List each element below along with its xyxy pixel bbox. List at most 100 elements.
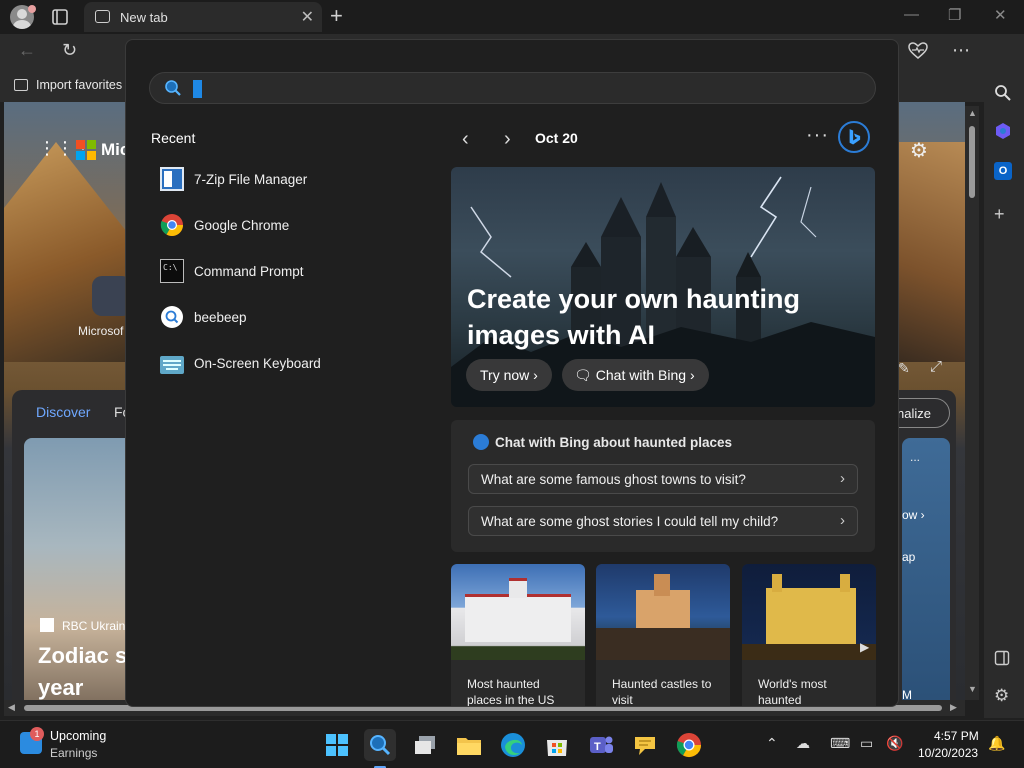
widget-title[interactable]: Upcoming (50, 729, 106, 743)
sidebar-toggle-icon[interactable] (994, 650, 1010, 666)
tab-actions-icon[interactable] (50, 7, 70, 27)
microsoft-logo-icon (76, 140, 96, 160)
search-input[interactable] (230, 77, 850, 101)
castle-image (596, 564, 730, 660)
taskbar: 1 Upcoming Earnings T ⌃ ☁ ⌨ ▭ 🔇 4:57 PM … (0, 720, 1024, 768)
edge-icon[interactable] (497, 729, 529, 761)
try-now-button[interactable]: Try now › (466, 359, 552, 391)
display-icon[interactable]: ▭ (860, 735, 873, 752)
widget-subtitle[interactable]: Earnings (50, 746, 97, 760)
add-icon[interactable]: + (994, 204, 1005, 225)
minimize-icon[interactable]: — (904, 6, 919, 23)
scroll-up-icon[interactable]: ▲ (968, 108, 977, 118)
gear-icon[interactable]: ⚙ (994, 686, 1009, 706)
weather-map-button[interactable]: ap (902, 550, 915, 564)
import-icon (14, 79, 28, 91)
clock-time[interactable]: 4:57 PM (934, 729, 979, 743)
vertical-scroll-thumb[interactable] (969, 126, 975, 198)
browser-sidebar: O + ⚙ (984, 34, 1024, 718)
scroll-down-icon[interactable]: ▼ (968, 684, 977, 694)
copilot-sidebar-icon[interactable] (994, 122, 1012, 140)
chevron-right-icon: › (533, 367, 538, 383)
news-source: RBC Ukraine (40, 618, 132, 633)
next-day-icon[interactable]: › (504, 128, 511, 151)
suggested-question[interactable]: What are some ghost stories I could tell… (468, 506, 858, 536)
task-view-icon[interactable] (409, 729, 441, 761)
recent-item-label: beebeep (194, 309, 247, 325)
topic-tile[interactable]: World's most haunted (742, 564, 876, 706)
weather-label: M (902, 688, 912, 700)
settings-more-icon[interactable]: ⋯ (952, 40, 970, 61)
start-icon[interactable] (321, 729, 353, 761)
restore-icon[interactable]: ❐ (948, 6, 961, 24)
news-headline: Zodiac s year (38, 643, 128, 700)
topic-tile[interactable]: Most haunted places in the US (451, 564, 585, 706)
chat-with-bing-button[interactable]: 🗨 Chat with Bing › (562, 359, 709, 391)
hotel-image (451, 564, 585, 660)
refresh-icon[interactable]: ↻ (62, 40, 77, 61)
profile-status-dot (28, 5, 36, 13)
taskbar-search-button[interactable] (364, 729, 396, 768)
background-mountain-right (899, 142, 965, 362)
onedrive-icon[interactable]: ☁ (796, 735, 810, 752)
chrome-icon[interactable] (673, 729, 705, 761)
weather-link-label: ow (902, 508, 918, 522)
text-caret (193, 80, 202, 98)
close-window-icon[interactable]: ✕ (994, 6, 1007, 24)
recent-item-label: Google Chrome (194, 217, 290, 233)
bing-highlight-hero[interactable]: Create your own haunting images with AI … (451, 167, 875, 407)
question-text: What are some ghost stories I could tell… (481, 514, 779, 529)
recent-item-chrome[interactable]: Google Chrome (160, 212, 420, 238)
chat-with-bing-card: Chat with Bing about haunted places What… (451, 420, 875, 552)
search-icon[interactable] (994, 84, 1012, 102)
import-favorites-button[interactable]: Import favorites (14, 78, 122, 92)
outlook-icon[interactable]: O (994, 162, 1012, 180)
page-settings-icon[interactable]: ⚙ (910, 138, 928, 163)
previous-day-icon[interactable]: ‹ (462, 128, 469, 151)
import-favorites-label: Import favorites (36, 78, 123, 92)
recent-item-on-screen-keyboard[interactable]: On-Screen Keyboard (160, 350, 420, 376)
tiles-next-icon[interactable]: ▶ (860, 640, 869, 654)
browser-essentials-icon[interactable] (908, 42, 928, 60)
bing-icon[interactable] (838, 121, 870, 153)
weather-link[interactable]: ow › (902, 508, 925, 522)
edit-icon[interactable]: ✎ (898, 360, 910, 377)
tab-new-tab[interactable]: New tab ✕ (84, 2, 322, 32)
topic-tile[interactable]: Haunted castles to visit (596, 564, 730, 706)
volume-muted-icon[interactable]: 🔇 (886, 735, 903, 752)
microsoft-store-icon[interactable] (541, 729, 573, 761)
chevron-right-icon: › (840, 512, 845, 529)
clock-date[interactable]: 10/20/2023 (918, 746, 978, 760)
scroll-right-icon[interactable]: ▶ (950, 702, 957, 713)
weather-card[interactable]: ... ow › ap M (902, 438, 950, 700)
scroll-left-icon[interactable]: ◀ (8, 702, 15, 713)
expand-icon[interactable]: ⤢ (930, 358, 942, 375)
tab-discover[interactable]: Discover (36, 404, 90, 420)
notification-bell-icon[interactable]: 🔔 (988, 735, 1005, 752)
recent-item-command-prompt[interactable]: C:\ Command Prompt (160, 258, 420, 284)
tab-title: New tab (120, 10, 168, 25)
chat-app-icon[interactable] (629, 729, 661, 761)
new-tab-button[interactable]: + (330, 3, 343, 29)
card-more-icon[interactable]: ... (910, 450, 920, 464)
file-explorer-icon[interactable] (453, 729, 485, 761)
chevron-up-icon[interactable]: ⌃ (766, 735, 778, 752)
svg-text:T: T (594, 741, 601, 753)
suggested-question[interactable]: What are some famous ghost towns to visi… (468, 464, 858, 494)
back-icon[interactable]: ← (18, 40, 36, 61)
source-logo-icon (40, 618, 54, 632)
recent-item-7zip[interactable]: 7-Zip File Manager (160, 166, 420, 192)
recent-item-beebeep[interactable]: beebeep (160, 304, 420, 330)
news-card[interactable]: RBC Ukraine Zodiac s year (24, 438, 134, 700)
search-box[interactable] (149, 72, 876, 104)
keyboard-icon[interactable]: ⌨ (830, 735, 850, 752)
vertical-scrollbar[interactable]: ▲ ▼ (965, 106, 979, 700)
more-options-icon[interactable]: ··· (806, 124, 829, 147)
tower-image (742, 564, 876, 660)
app-launcher-icon[interactable]: ⋮⋮⋮ (38, 138, 92, 158)
close-tab-icon[interactable]: ✕ (301, 7, 314, 27)
question-text: What are some famous ghost towns to visi… (481, 472, 746, 487)
page-icon (95, 10, 110, 23)
teams-icon[interactable]: T (585, 729, 617, 761)
chevron-right-icon: › (689, 367, 695, 383)
